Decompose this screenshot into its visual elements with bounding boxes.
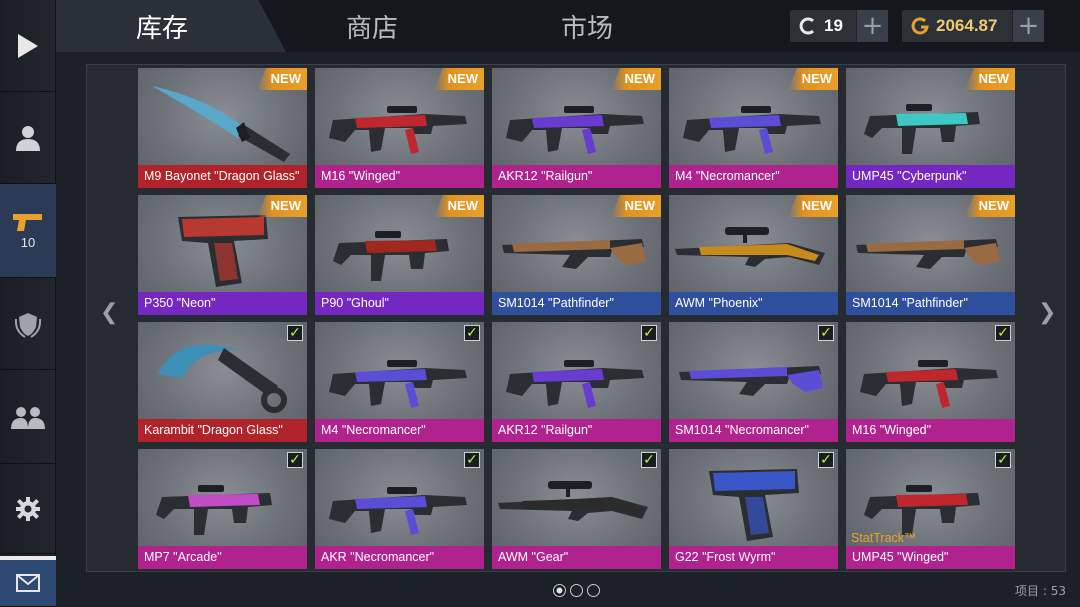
item-name-label: M16 "Winged" (846, 419, 1015, 442)
item-name-label: AKR12 "Railgun" (492, 419, 661, 442)
weapon-image (860, 360, 998, 408)
shield-laurel-icon (14, 312, 42, 338)
inventory-item-card[interactable]: ✓ StatTrack™ UMP45 "Winged" (846, 449, 1015, 569)
inventory-item-card[interactable]: ✓ AKR "Necromancer" (315, 449, 484, 569)
item-name-label: AKR12 "Railgun" (492, 165, 661, 188)
sidebar-item-friends[interactable] (0, 370, 56, 464)
inventory-item-card[interactable]: ✓ AKR12 "Railgun" (492, 322, 661, 442)
top-bar: 库存 商店 市场 19 + 2064.87 + (56, 0, 1080, 52)
sidebar-item-mail[interactable] (0, 556, 56, 607)
next-page-arrow-icon[interactable]: ❯ (1038, 300, 1056, 325)
weapons-count: 10 (20, 235, 36, 250)
inventory-item-card[interactable]: NEW P350 "Neon" (138, 195, 307, 315)
checkmark-icon: ✓ (818, 452, 834, 468)
tab-inventory[interactable]: 库存 (136, 8, 188, 45)
add-credits-button[interactable]: + (856, 10, 888, 42)
item-count: 项目 : 53 (1015, 584, 1066, 598)
item-name-label: MP7 "Arcade" (138, 546, 307, 569)
envelope-icon (16, 574, 40, 592)
page-dot[interactable] (570, 584, 583, 597)
weapon-image (158, 344, 287, 413)
item-name-label: SM1014 "Necromancer" (669, 419, 838, 442)
inventory-item-card[interactable]: ✓ M16 "Winged" (846, 322, 1015, 442)
prev-page-arrow-icon[interactable]: ❮ (100, 300, 118, 325)
sidebar: 10 (0, 0, 56, 607)
item-name-label: SM1014 "Pathfinder" (846, 292, 1015, 315)
sidebar-item-settings[interactable] (0, 464, 56, 554)
weapon-image (679, 366, 823, 396)
inventory-item-card[interactable]: NEW M16 "Winged" (315, 68, 484, 188)
play-icon (18, 33, 38, 58)
person-icon (16, 125, 40, 151)
checkmark-icon: ✓ (995, 452, 1011, 468)
item-name-label: Karambit "Dragon Glass" (138, 419, 307, 442)
item-name-label: P350 "Neon" (138, 292, 307, 315)
checkmark-icon: ✓ (464, 452, 480, 468)
pager (553, 584, 600, 597)
item-name-label: M9 Bayonet "Dragon Glass" (138, 165, 307, 188)
item-name-label: G22 "Frost Wyrm" (669, 546, 838, 569)
item-name-label: SM1014 "Pathfinder" (492, 292, 661, 315)
inventory-item-card[interactable]: ✓ M4 "Necromancer" (315, 322, 484, 442)
weapon-image (709, 469, 799, 541)
inventory-item-card[interactable]: NEW AKR12 "Railgun" (492, 68, 661, 188)
sidebar-item-profile[interactable] (0, 92, 56, 184)
item-name-label: M16 "Winged" (315, 165, 484, 188)
weapon-image (156, 485, 272, 535)
sidebar-item-play[interactable] (0, 0, 56, 92)
g-coin-icon (911, 17, 929, 35)
stattrak-label: StatTrack™ (851, 531, 917, 545)
add-gold-button[interactable]: + (1012, 10, 1044, 42)
inventory-item-card[interactable]: ✓ AWM "Gear" (492, 449, 661, 569)
inventory-item-card[interactable]: ✓ Karambit "Dragon Glass" (138, 322, 307, 442)
item-name-label: UMP45 "Cyberpunk" (846, 165, 1015, 188)
inventory-item-card[interactable]: NEW P90 "Ghoul" (315, 195, 484, 315)
item-name-label: AWM "Gear" (492, 546, 661, 569)
pistol-icon (13, 214, 42, 231)
inventory-item-card[interactable]: NEW M9 Bayonet "Dragon Glass" (138, 68, 307, 188)
inventory-item-card[interactable]: NEW UMP45 "Cyberpunk" (846, 68, 1015, 188)
gold-display: 2064.87 + (902, 10, 1044, 42)
tab-market[interactable]: 市场 (561, 8, 613, 45)
checkmark-icon: ✓ (641, 452, 657, 468)
inventory-item-card[interactable]: NEW M4 "Necromancer" (669, 68, 838, 188)
c-coin-icon (799, 17, 815, 35)
gold-value: 2064.87 (936, 16, 998, 35)
item-name-label: AKR "Necromancer" (315, 546, 484, 569)
weapon-image (329, 487, 467, 535)
page-dot[interactable] (587, 584, 600, 597)
checkmark-icon: ✓ (641, 325, 657, 341)
weapon-image (498, 481, 648, 521)
inventory-item-card[interactable]: ✓ SM1014 "Necromancer" (669, 322, 838, 442)
page-dot[interactable] (553, 584, 566, 597)
inventory-item-card[interactable]: NEW SM1014 "Pathfinder" (846, 195, 1015, 315)
tab-shop[interactable]: 商店 (346, 8, 398, 45)
sidebar-item-rank[interactable] (0, 278, 56, 370)
item-name-label: M4 "Necromancer" (315, 419, 484, 442)
inventory-grid: NEW M9 Bayonet "Dragon Glass" NEW M16 "Win… (138, 68, 1018, 569)
checkmark-icon: ✓ (464, 325, 480, 341)
item-name-label: M4 "Necromancer" (669, 165, 838, 188)
inventory-item-card[interactable]: NEW AWM "Phoenix" (669, 195, 838, 315)
sidebar-item-weapons[interactable]: 10 (0, 184, 56, 278)
inventory-item-card[interactable]: ✓ G22 "Frost Wyrm" (669, 449, 838, 569)
checkmark-icon: ✓ (287, 452, 303, 468)
item-name-label: P90 "Ghoul" (315, 292, 484, 315)
inventory-item-card[interactable]: ✓ MP7 "Arcade" (138, 449, 307, 569)
checkmark-icon: ✓ (818, 325, 834, 341)
weapon-image (329, 360, 467, 408)
inventory-item-card[interactable]: NEW SM1014 "Pathfinder" (492, 195, 661, 315)
checkmark-icon: ✓ (995, 325, 1011, 341)
weapon-image (506, 360, 644, 408)
credits-value: 19 (824, 16, 843, 35)
credits-display: 19 + (790, 10, 888, 42)
group-icon (11, 406, 45, 429)
gear-icon (16, 496, 40, 521)
item-name-label: UMP45 "Winged" (846, 546, 1015, 569)
checkmark-icon: ✓ (287, 325, 303, 341)
item-name-label: AWM "Phoenix" (669, 292, 838, 315)
